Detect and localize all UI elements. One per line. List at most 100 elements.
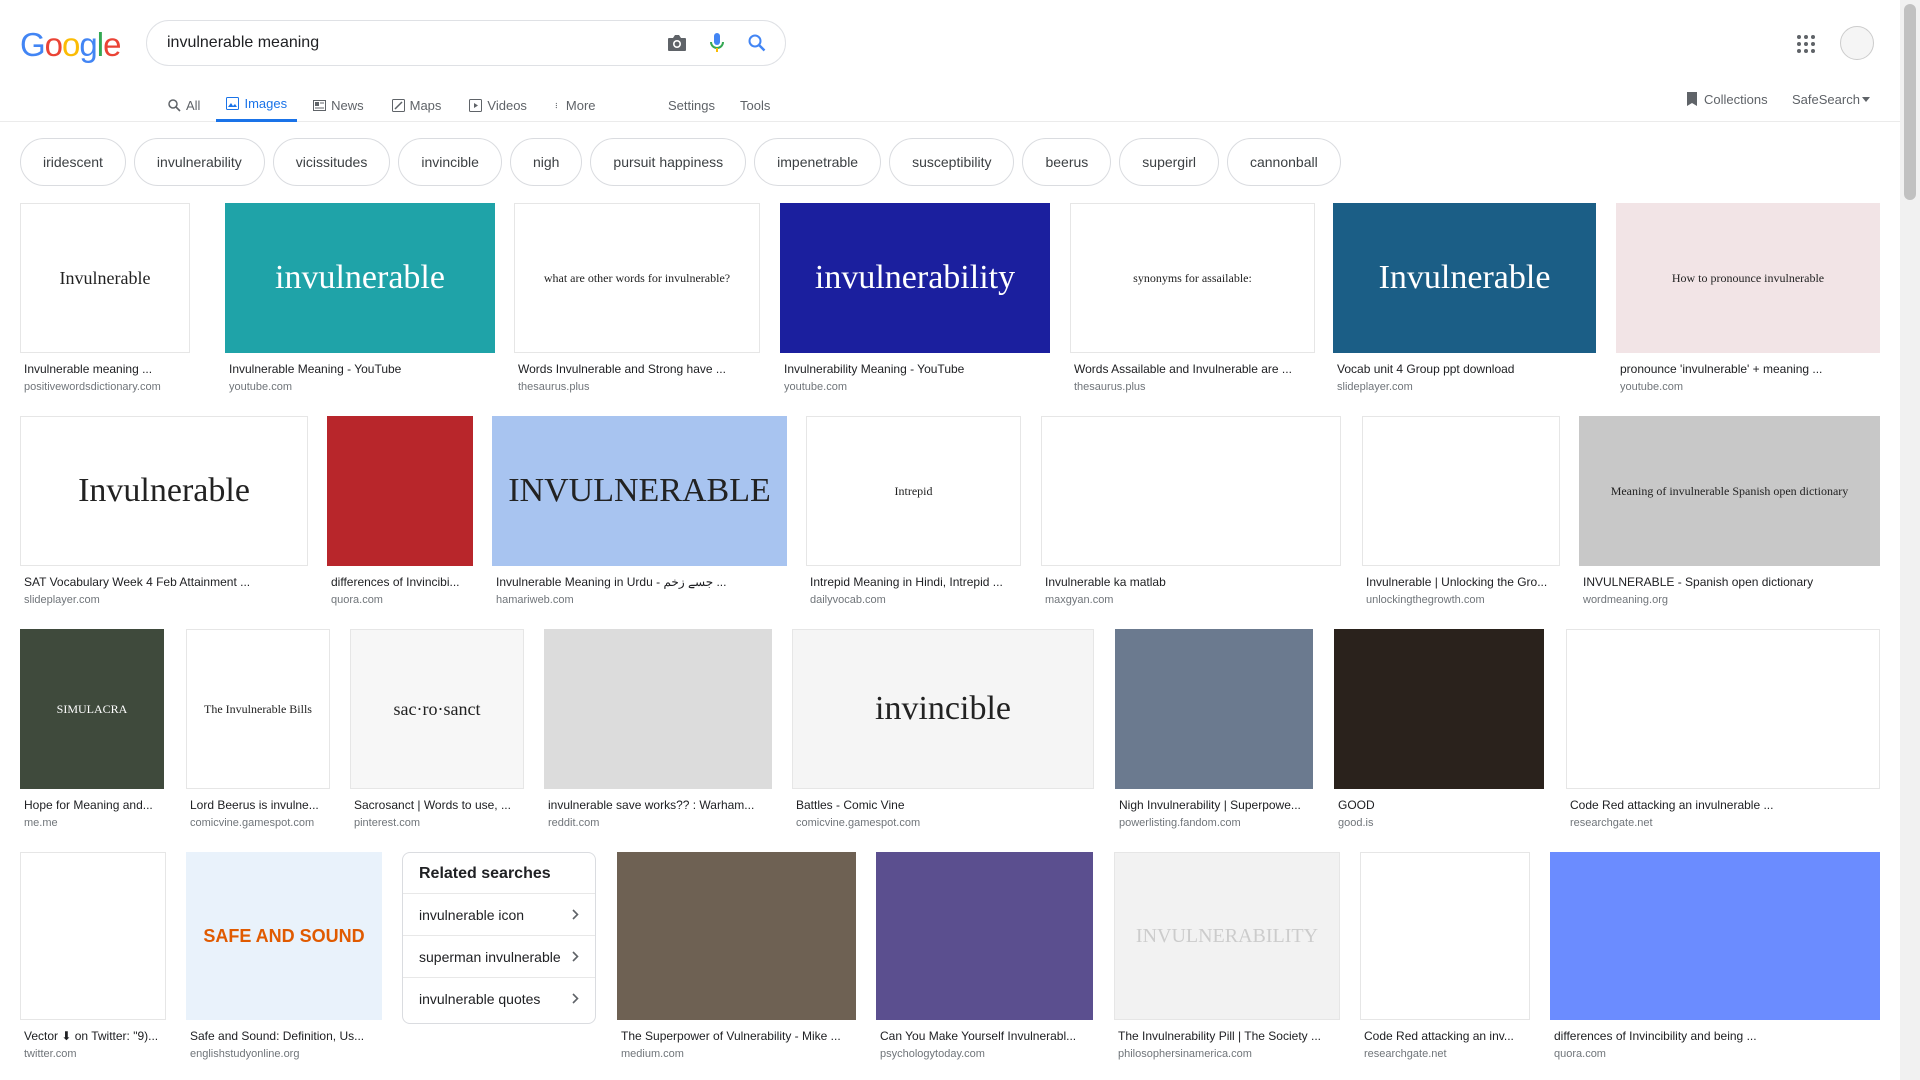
result-thumbnail[interactable] <box>1115 629 1313 789</box>
image-result[interactable]: INVULNERABLE Invulnerable Meaning in Urdu… <box>492 416 787 616</box>
search-chip[interactable]: impenetrable <box>754 138 882 186</box>
search-chip[interactable]: nigh <box>509 138 583 186</box>
result-title[interactable]: Can You Make Yourself Invulnerabl... <box>880 1029 1091 1043</box>
result-thumbnail[interactable]: INVULNERABLE <box>492 416 787 566</box>
result-thumbnail[interactable]: invulnerable <box>225 203 495 353</box>
image-result[interactable]: Meaning of invulnerable Spanish open dic… <box>1579 416 1880 616</box>
camera-icon[interactable] <box>657 23 697 63</box>
image-result[interactable]: Vector ⬇ on Twitter: "9)... twitter.com <box>20 852 166 1070</box>
image-result[interactable]: SAFE AND SOUND Safe and Sound: Definition… <box>186 852 382 1070</box>
account-avatar[interactable] <box>1840 26 1874 60</box>
tab-images[interactable]: Images <box>216 88 298 122</box>
image-result[interactable]: Intrepid Intrepid Meaning in Hindi, Intre… <box>806 416 1021 616</box>
result-thumbnail[interactable] <box>1550 852 1880 1020</box>
result-thumbnail[interactable]: sac·ro·sanct <box>350 629 524 789</box>
search-icon[interactable] <box>737 23 777 63</box>
result-thumbnail[interactable]: Intrepid <box>806 416 1021 566</box>
result-title[interactable]: Safe and Sound: Definition, Us... <box>190 1029 380 1043</box>
result-title[interactable]: Vector ⬇ on Twitter: "9)... <box>24 1029 164 1043</box>
result-thumbnail[interactable] <box>327 416 473 566</box>
search-chip[interactable]: supergirl <box>1119 138 1219 186</box>
search-chip[interactable]: cannonball <box>1226 138 1341 186</box>
collections-link[interactable]: Collections <box>1686 88 1768 110</box>
image-result[interactable]: what are other words for invulnerable? Wo… <box>514 203 760 403</box>
result-title[interactable]: Battles - Comic Vine <box>796 798 1092 812</box>
related-search-item[interactable]: superman invulnerable <box>403 935 595 977</box>
image-result[interactable]: Nigh Invulnerability | Superpowe... power… <box>1115 629 1313 839</box>
result-title[interactable]: The Superpower of Vulnerability - Mike .… <box>621 1029 854 1043</box>
page-scrollbar[interactable] <box>1900 0 1920 1080</box>
google-logo[interactable]: Google <box>20 26 121 64</box>
tab-videos[interactable]: Videos <box>467 88 529 122</box>
result-thumbnail[interactable]: Invulnerable <box>20 203 190 353</box>
result-thumbnail[interactable]: SIMULACRA <box>20 629 164 789</box>
result-thumbnail[interactable]: How to pronounce invulnerable <box>1616 203 1880 353</box>
search-chip[interactable]: susceptibility <box>889 138 1015 186</box>
result-title[interactable]: Sacrosanct | Words to use, ... <box>354 798 522 812</box>
image-result[interactable]: invulnerable Invulnerable Meaning - YouTu… <box>225 203 495 403</box>
result-title[interactable]: SAT Vocabulary Week 4 Feb Attainment ... <box>24 575 306 589</box>
image-result[interactable]: How to pronounce invulnerable pronounce '… <box>1616 203 1880 403</box>
image-result[interactable]: Invulnerable Vocab unit 4 Group ppt downl… <box>1333 203 1596 403</box>
image-result[interactable]: Invulnerable ka matlab maxgyan.com <box>1041 416 1341 616</box>
result-thumbnail[interactable] <box>1041 416 1341 566</box>
result-title[interactable]: Code Red attacking an invulnerable ... <box>1570 798 1878 812</box>
apps-grid-icon[interactable] <box>1794 32 1818 56</box>
image-result[interactable]: The Invulnerable Bills Lord Beerus is inv… <box>186 629 330 839</box>
tab-maps[interactable]: Maps <box>390 88 444 122</box>
result-title[interactable]: Lord Beerus is invulne... <box>190 798 328 812</box>
result-thumbnail[interactable] <box>876 852 1093 1020</box>
search-chip[interactable]: vicissitudes <box>272 138 391 186</box>
search-chip[interactable]: beerus <box>1022 138 1112 186</box>
image-result[interactable]: invincible Battles - Comic Vine comicvine.… <box>792 629 1094 839</box>
search-chip[interactable]: invincible <box>398 138 502 186</box>
result-thumbnail[interactable] <box>1360 852 1530 1020</box>
image-result[interactable]: differences of Invincibility and being .… <box>1550 852 1880 1070</box>
result-title[interactable]: pronounce 'invulnerable' + meaning ... <box>1620 362 1878 376</box>
search-box[interactable]: invulnerable meaning <box>146 20 786 66</box>
tab-all[interactable]: All <box>166 88 202 122</box>
result-title[interactable]: Words Invulnerable and Strong have ... <box>518 362 758 376</box>
result-title[interactable]: differences of Invincibi... <box>331 575 471 589</box>
result-thumbnail[interactable]: Meaning of invulnerable Spanish open dic… <box>1579 416 1880 566</box>
image-result[interactable]: invulnerable save works?? : Warham... red… <box>544 629 772 839</box>
result-thumbnail[interactable] <box>20 852 166 1020</box>
microphone-icon[interactable] <box>697 23 737 63</box>
result-title[interactable]: GOOD <box>1338 798 1542 812</box>
result-title[interactable]: The Invulnerability Pill | The Society .… <box>1118 1029 1338 1043</box>
image-result[interactable]: Invulnerable Invulnerable meaning ... posi… <box>20 203 190 403</box>
result-thumbnail[interactable]: SAFE AND SOUND <box>186 852 382 1020</box>
result-title[interactable]: Code Red attacking an inv... <box>1364 1029 1528 1043</box>
search-chip[interactable]: iridescent <box>20 138 126 186</box>
result-title[interactable]: Invulnerable ka matlab <box>1045 575 1339 589</box>
image-result[interactable]: sac·ro·sanct Sacrosanct | Words to use, .… <box>350 629 524 839</box>
result-thumbnail[interactable]: Invulnerable <box>20 416 308 566</box>
result-thumbnail[interactable] <box>617 852 856 1020</box>
result-title[interactable]: Hope for Meaning and... <box>24 798 162 812</box>
scrollbar-thumb[interactable] <box>1904 4 1916 200</box>
result-title[interactable]: Nigh Invulnerability | Superpowe... <box>1119 798 1311 812</box>
related-search-item[interactable]: invulnerable icon <box>403 893 595 935</box>
image-result[interactable]: SIMULACRA Hope for Meaning and... me.me <box>20 629 164 839</box>
settings-link[interactable]: Settings <box>668 88 715 122</box>
image-result[interactable]: invulnerability Invulnerability Meaning -… <box>780 203 1050 403</box>
image-result[interactable]: Invulnerable SAT Vocabulary Week 4 Feb At… <box>20 416 308 616</box>
result-thumbnail[interactable]: INVULNERABILITY <box>1114 852 1340 1020</box>
image-result[interactable]: INVULNERABILITY The Invulnerability Pill … <box>1114 852 1340 1070</box>
result-thumbnail[interactable]: what are other words for invulnerable? <box>514 203 760 353</box>
image-result[interactable]: The Superpower of Vulnerability - Mike .… <box>617 852 856 1070</box>
image-result[interactable]: Code Red attacking an invulnerable ... re… <box>1566 629 1880 839</box>
result-title[interactable]: Intrepid Meaning in Hindi, Intrepid ... <box>810 575 1019 589</box>
tab-news[interactable]: News <box>311 88 366 122</box>
result-thumbnail[interactable] <box>1566 629 1880 789</box>
result-thumbnail[interactable]: invulnerability <box>780 203 1050 353</box>
image-result[interactable]: Code Red attacking an inv... researchgate… <box>1360 852 1530 1070</box>
result-title[interactable]: Invulnerable meaning ... <box>24 362 188 376</box>
result-title[interactable]: Invulnerability Meaning - YouTube <box>784 362 1048 376</box>
image-result[interactable]: differences of Invincibi... quora.com <box>327 416 473 616</box>
result-title[interactable]: invulnerable save works?? : Warham... <box>548 798 770 812</box>
result-title[interactable]: Vocab unit 4 Group ppt download <box>1337 362 1594 376</box>
result-title[interactable]: differences of Invincibility and being .… <box>1554 1029 1878 1043</box>
result-title[interactable]: Invulnerable | Unlocking the Gro... <box>1366 575 1558 589</box>
result-thumbnail[interactable] <box>544 629 772 789</box>
